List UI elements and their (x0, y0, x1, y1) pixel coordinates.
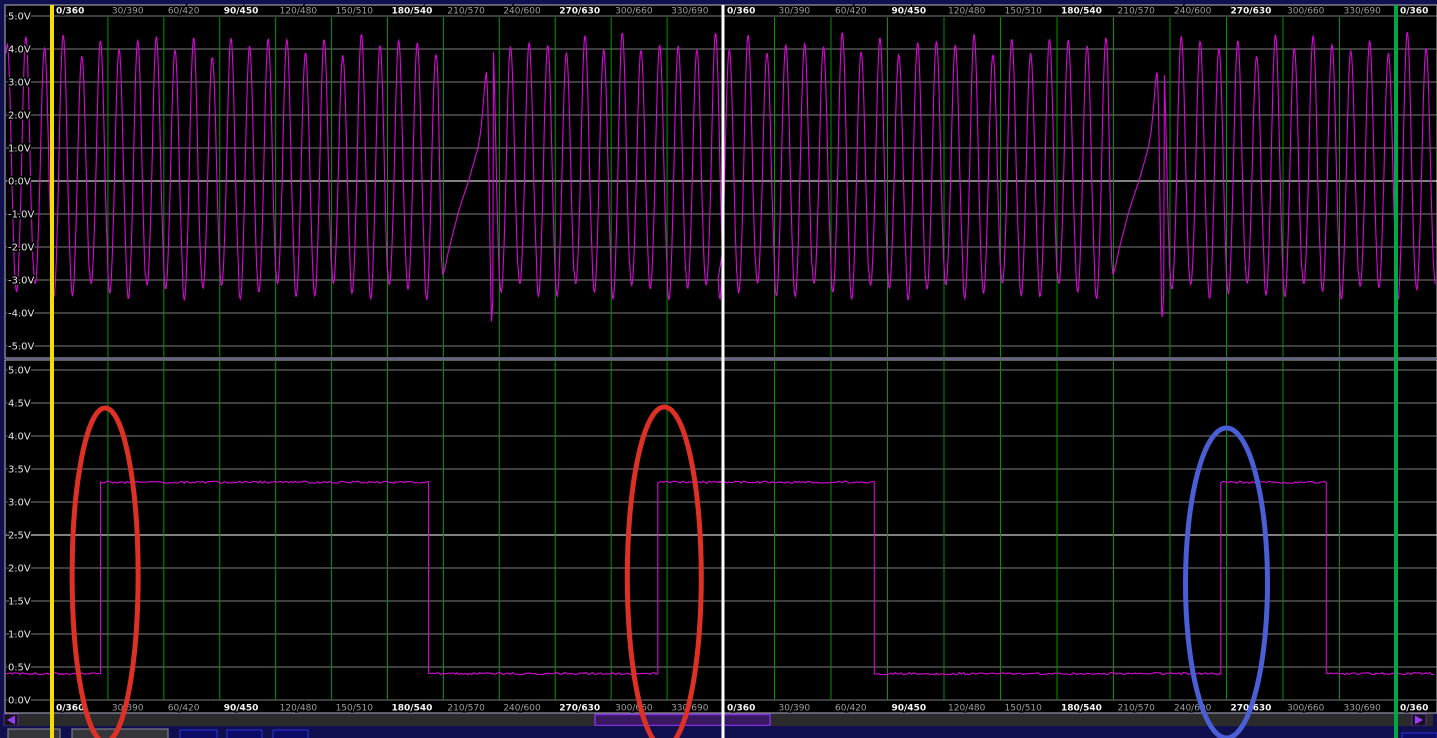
degree-ruler-label: 180/540 (1061, 7, 1102, 17)
y-axis-label: 4.0V (8, 432, 31, 443)
y-axis-label: -1.0V (8, 210, 35, 221)
degree-ruler-label: 300/660 (615, 704, 653, 714)
degree-ruler-label: 120/480 (280, 7, 318, 17)
degree-ruler-label: 90/450 (224, 7, 259, 17)
degree-ruler-label: 90/450 (892, 7, 927, 17)
voltage-axis-labels: 5.0V 4.0V 3.0V 2.0V 1.0V 0.0V -1.0V -2.0V -3.0V -… (8, 12, 35, 707)
toolbar-button-partial[interactable] (180, 730, 217, 738)
degree-ruler-label: 210/570 (447, 704, 485, 714)
y-axis-label: 3.0V (8, 78, 31, 89)
degree-ruler-label: 120/480 (948, 704, 986, 714)
degree-ruler-label: 180/540 (392, 704, 433, 714)
y-axis-label: 4.5V (8, 399, 31, 410)
degree-ruler-label: 30/390 (779, 7, 811, 17)
y-axis-label: 2.0V (8, 111, 31, 122)
degree-ruler-label: 60/420 (835, 704, 867, 714)
waveform-canvas: 5.0V 4.0V 3.0V 2.0V 1.0V 0.0V -1.0V -2.0V -3.0V -… (0, 0, 1437, 738)
degree-ruler-label: 240/600 (503, 7, 541, 17)
y-axis-label: 4.0V (8, 45, 31, 56)
oscilloscope-window: 5.0V 4.0V 3.0V 2.0V 1.0V 0.0V -1.0V -2.0V -3.0V -… (0, 0, 1437, 738)
degree-ruler-label: 330/690 (1344, 7, 1382, 17)
degree-ruler-label: 210/570 (1118, 7, 1156, 17)
degree-ruler-label: 270/630 (1231, 7, 1272, 17)
toolbar-button-partial[interactable] (227, 730, 262, 738)
y-axis-label: 2.0V (8, 564, 31, 575)
degree-ruler-label: 300/660 (1287, 704, 1325, 714)
y-axis-label: 5.0V (8, 366, 31, 377)
y-axis-label: 0.5V (8, 663, 31, 674)
y-axis-label: 3.0V (8, 498, 31, 509)
degree-ruler-label: 180/540 (392, 7, 433, 17)
degree-ruler-label: 60/420 (835, 7, 867, 17)
cycle-end-cursor[interactable] (1394, 5, 1398, 738)
degree-ruler-label: 0/360 (1400, 7, 1428, 17)
degree-ruler-label: 60/420 (168, 7, 200, 17)
degree-ruler-label: 150/510 (1005, 7, 1043, 17)
y-axis-label: -2.0V (8, 243, 35, 254)
degree-ruler-label: 330/690 (671, 7, 709, 17)
degree-ruler-label: 150/510 (336, 704, 374, 714)
toolbar-button-partial[interactable] (1402, 733, 1437, 738)
degree-ruler-label: 0/360 (727, 704, 755, 714)
degree-ruler-label: 0/360 (56, 704, 84, 714)
degree-ruler-label: 240/600 (503, 704, 541, 714)
degree-ruler-label: 180/540 (1061, 704, 1102, 714)
degree-ruler-label: 150/510 (336, 7, 374, 17)
degree-ruler-label: 210/570 (1118, 704, 1156, 714)
degree-ruler-label: 90/450 (224, 704, 259, 714)
cycle-start-cursor[interactable] (50, 5, 54, 738)
degree-ruler-label: 120/480 (280, 704, 318, 714)
y-axis-label: -5.0V (8, 342, 35, 353)
degree-ruler-label: 270/630 (559, 7, 600, 17)
degree-ruler-label: 0/360 (1400, 704, 1428, 714)
degree-ruler-label: 30/390 (112, 7, 144, 17)
degree-ruler-label: 30/390 (779, 704, 811, 714)
degree-ruler-label: 270/630 (559, 704, 600, 714)
y-axis-label: 2.5V (8, 531, 31, 542)
degree-ruler-label: 0/360 (727, 7, 755, 17)
y-axis-label: 3.5V (8, 465, 31, 476)
degree-ruler-label: 210/570 (447, 7, 485, 17)
y-axis-label: 1.5V (8, 597, 31, 608)
horizontal-scrollbar[interactable] (4, 714, 1433, 726)
degree-ruler-label: 300/660 (1287, 7, 1325, 17)
degree-ruler-label: 0/360 (56, 7, 84, 17)
y-axis-label: 5.0V (8, 12, 31, 23)
y-axis-label: 1.0V (8, 630, 31, 641)
toolbar-button-partial[interactable] (273, 730, 308, 738)
degree-ruler-label: 300/660 (615, 7, 653, 17)
y-axis-label: 0.0V (8, 177, 31, 188)
cycle-boundary-cursor[interactable] (722, 5, 725, 738)
degree-ruler-label: 60/420 (168, 704, 200, 714)
degree-ruler-label: 330/690 (1344, 704, 1382, 714)
y-axis-label: 0.0V (8, 696, 31, 707)
degree-ruler-label: 120/480 (948, 7, 986, 17)
degree-ruler-label: 240/600 (1174, 7, 1212, 17)
y-axis-label: -4.0V (8, 309, 35, 320)
degree-ruler-label: 150/510 (1005, 704, 1043, 714)
y-axis-label: 1.0V (8, 144, 31, 155)
degree-ruler-label: 90/450 (892, 704, 927, 714)
y-axis-label: -3.0V (8, 276, 35, 287)
